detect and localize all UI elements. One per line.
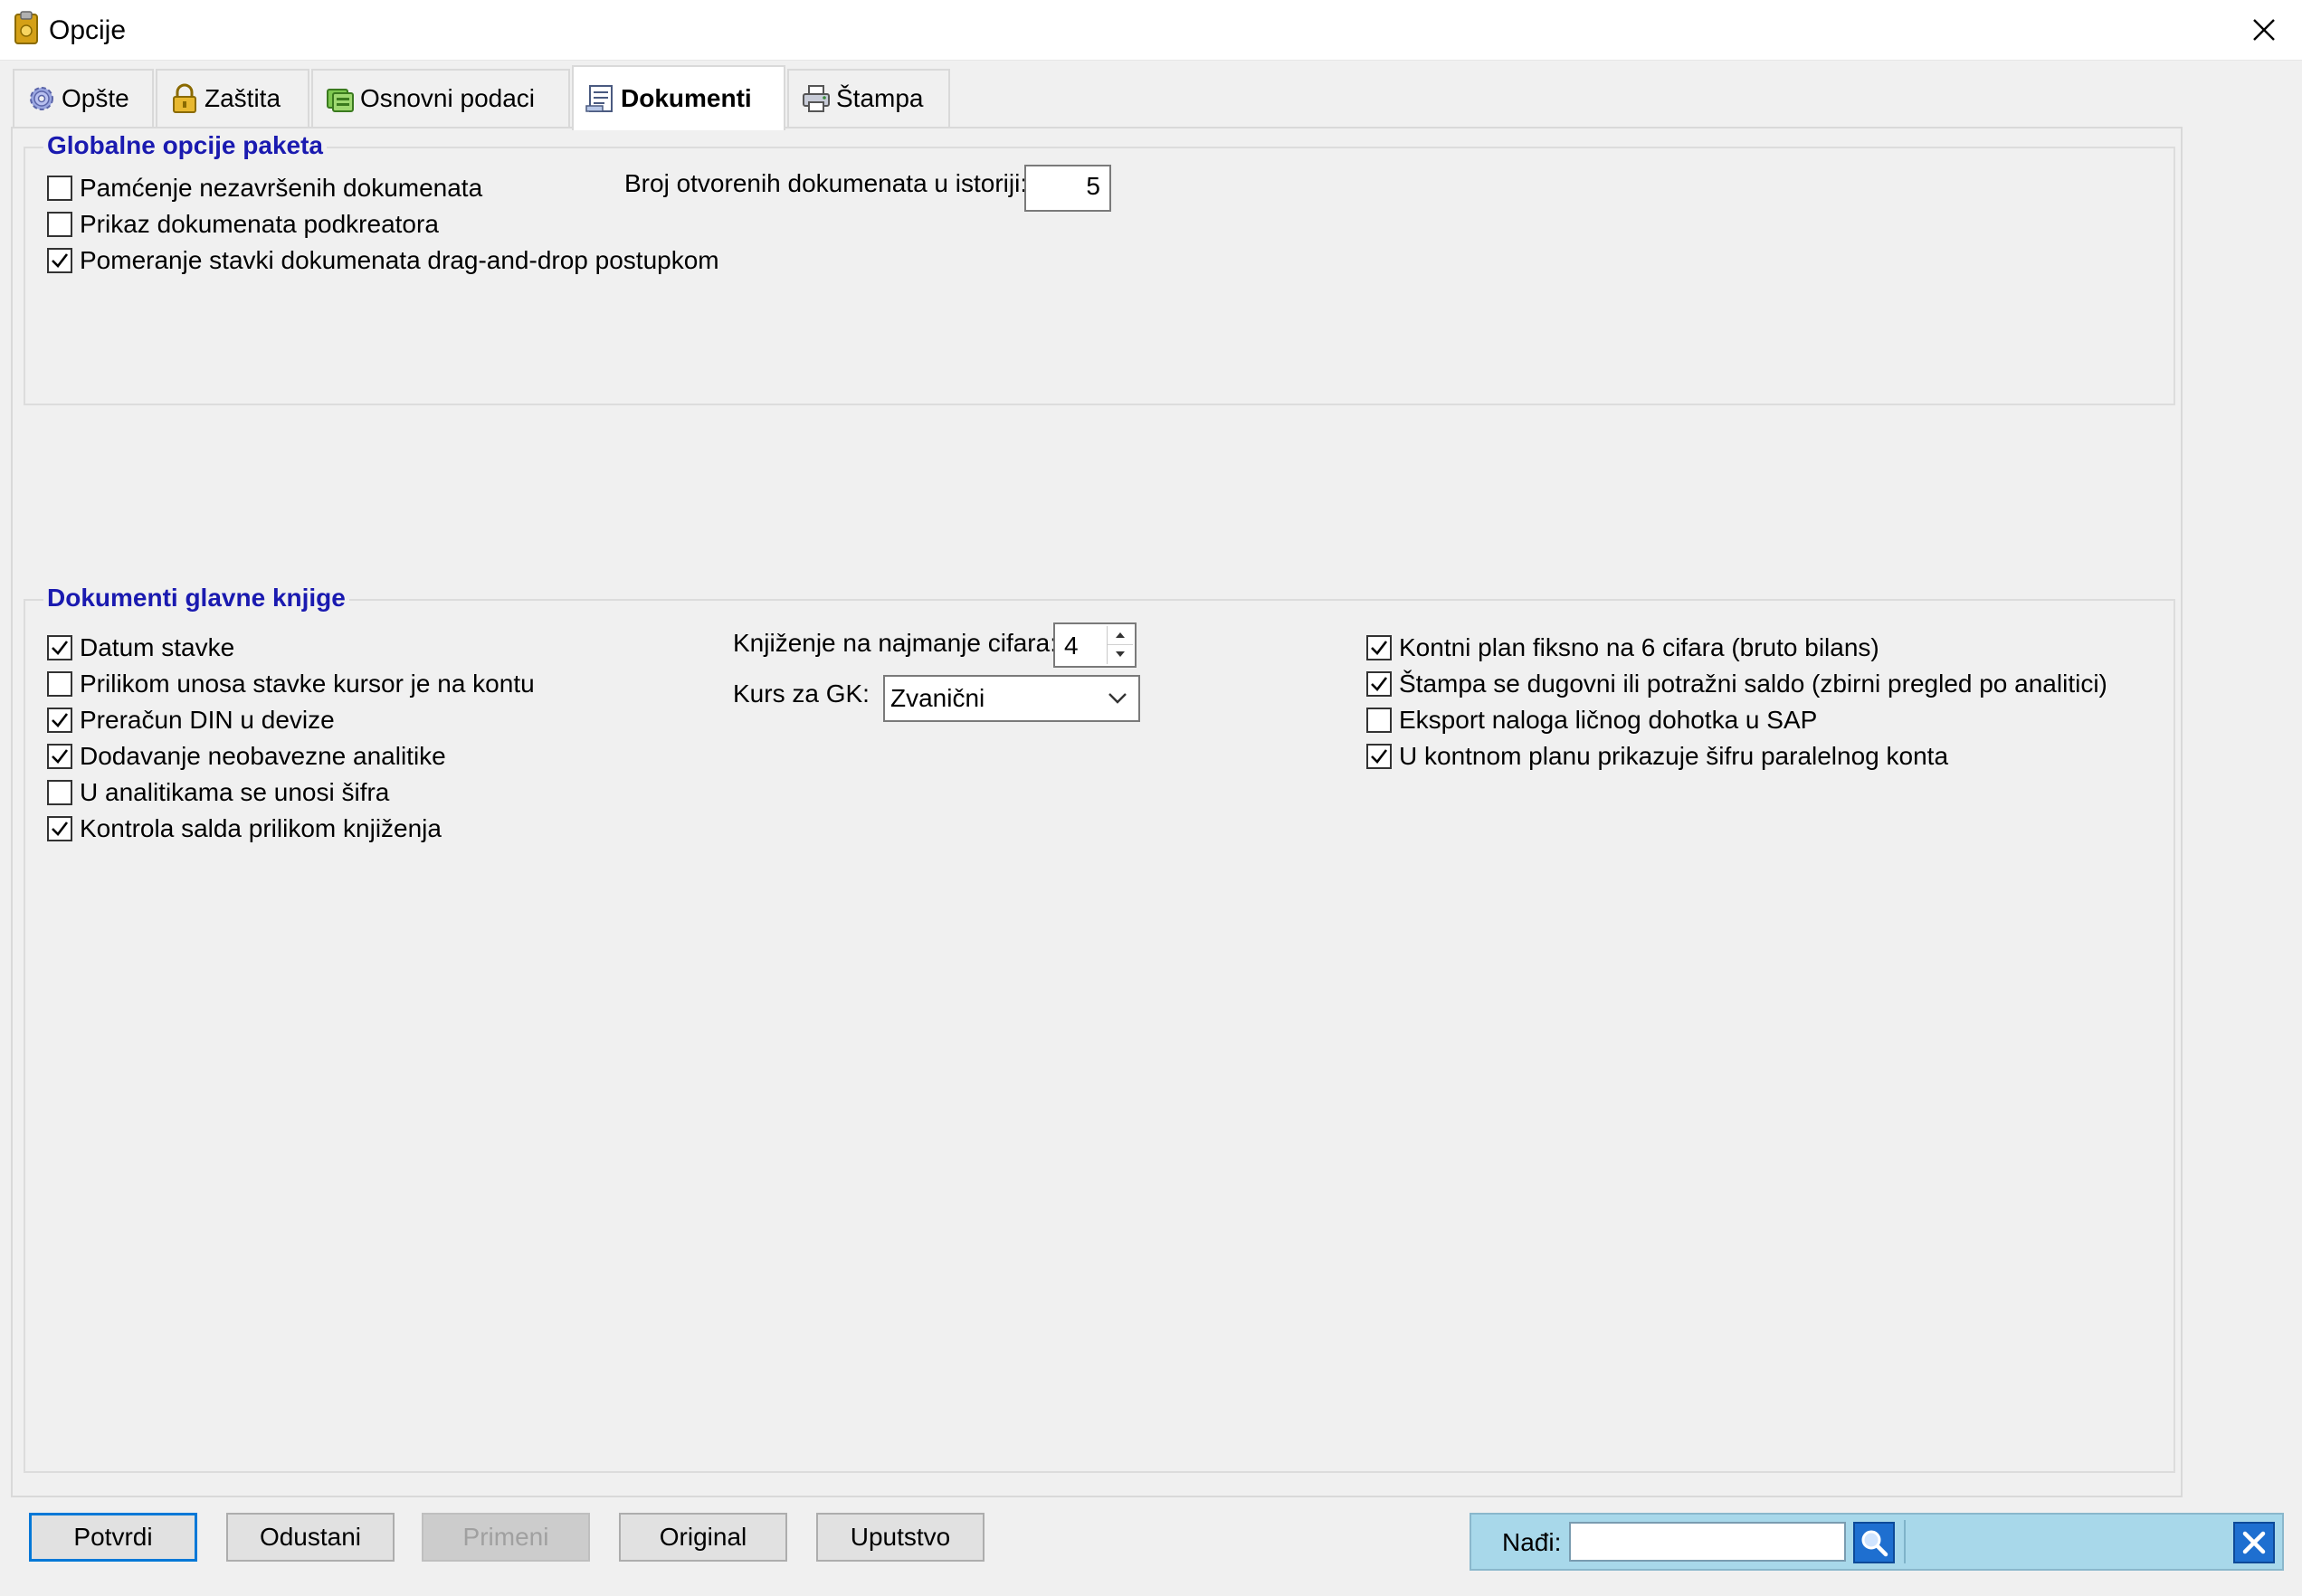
gear-icon: [30, 87, 53, 110]
confirm-button[interactable]: Potvrdi: [29, 1513, 197, 1562]
checkbox-box[interactable]: [1366, 635, 1392, 660]
tab-dokumenti[interactable]: Dokumenti: [572, 65, 785, 130]
checkbox-label: U analitikama se unosi šifra: [80, 778, 390, 806]
checkbox-label: Kontni plan fiksno na 6 cifara (bruto bi…: [1399, 633, 1879, 661]
checkbox-box[interactable]: [1366, 708, 1392, 733]
tab-opste[interactable]: Opšte: [13, 69, 154, 127]
checkbox-label: Štampa se dugovni ili potražni saldo (zb…: [1399, 670, 2107, 698]
checkbox-drag-and-drop[interactable]: Pomeranje stavki dokumenata drag-and-dro…: [47, 244, 719, 277]
check-icon: [1371, 677, 1388, 691]
checkbox-label: Prilikom unosa stavke kursor je na kontu: [80, 670, 535, 698]
checkbox-eksport-sap[interactable]: Eksport naloga ličnog dohotka u SAP: [1366, 704, 1817, 736]
app-icon: [13, 11, 40, 47]
checkbox-box[interactable]: [47, 780, 72, 805]
checkbox-label: Pamćenje nezavršenih dokumenata: [80, 174, 483, 202]
find-bar: Nađi:: [1470, 1513, 2284, 1571]
checkbox-label: Datum stavke: [80, 633, 235, 661]
checkbox-kontrola-salda[interactable]: Kontrola salda prilikom knjiženja: [47, 812, 442, 845]
tab-label: Štampa: [836, 84, 924, 112]
checkbox-box[interactable]: [47, 176, 72, 201]
history-count-input[interactable]: 5: [1024, 165, 1111, 212]
lock-icon: [173, 83, 196, 113]
checkbox-label: Eksport naloga ličnog dohotka u SAP: [1399, 706, 1818, 734]
checkbox-box[interactable]: [47, 635, 72, 660]
close-icon: [2242, 1531, 2266, 1554]
checkbox-label: Preračun DIN u devize: [80, 706, 335, 734]
apply-button: Primeni: [422, 1513, 590, 1562]
arrow-up-icon: [1116, 632, 1125, 638]
checkbox-box[interactable]: [47, 744, 72, 769]
digits-value: 4: [1064, 632, 1079, 660]
checkbox-kontni-plan-6-cifara[interactable]: Kontni plan fiksno na 6 cifara (bruto bi…: [1366, 632, 1879, 664]
find-clear-button[interactable]: [2233, 1522, 2275, 1563]
digits-label: Knjiženje na najmanje cifara:: [733, 629, 1057, 657]
group-title-gk: Dokumenti glavne knjige: [43, 583, 349, 613]
check-icon: [1371, 749, 1388, 764]
check-icon: [52, 822, 69, 836]
database-icon: [327, 89, 354, 112]
tab-label: Osnovni podaci: [360, 84, 536, 112]
check-icon: [52, 253, 69, 268]
group-title-global: Globalne opcije paketa: [43, 130, 327, 161]
tab-osnovni-podaci[interactable]: Osnovni podaci: [311, 69, 570, 127]
rate-select[interactable]: Zvanični: [883, 675, 1140, 722]
checkbox-box[interactable]: [47, 708, 72, 733]
checkbox-pamcenje-nezavrsenih[interactable]: Pamćenje nezavršenih dokumenata: [47, 172, 482, 204]
checkbox-label: Prikaz dokumenata podkreatora: [80, 210, 439, 238]
cancel-button[interactable]: Odustani: [226, 1513, 395, 1562]
close-icon: [2253, 19, 2275, 41]
checkbox-label: Pomeranje stavki dokumenata drag-and-dro…: [80, 246, 719, 274]
tab-stampa[interactable]: Štampa: [787, 69, 950, 127]
spinner-up-button[interactable]: [1108, 626, 1133, 645]
check-icon: [52, 713, 69, 727]
chevron-down-icon: [1108, 693, 1127, 704]
find-input[interactable]: [1569, 1522, 1846, 1562]
checkbox-neobavezne-analitike[interactable]: Dodavanje neobavezne analitike: [47, 740, 446, 773]
tab-label: Opšte: [62, 84, 129, 112]
help-button[interactable]: Uputstvo: [816, 1513, 985, 1562]
checkbox-box[interactable]: [47, 816, 72, 841]
find-label: Nađi:: [1502, 1528, 1562, 1556]
group-gk-documents: [24, 599, 2175, 1473]
checkbox-box[interactable]: [47, 671, 72, 697]
checkbox-kursor-na-kontu[interactable]: Prilikom unosa stavke kursor je na kontu: [47, 668, 535, 700]
title-bar: Opcije: [0, 0, 2302, 61]
arrow-down-icon: [1116, 651, 1125, 657]
window-title: Opcije: [49, 15, 127, 45]
checkbox-label: Kontrola salda prilikom knjiženja: [80, 814, 442, 842]
checkbox-label: Dodavanje neobavezne analitike: [80, 742, 446, 770]
tab-label: Dokumenti: [621, 84, 752, 112]
checkbox-label: U kontnom planu prikazuje šifru paraleln…: [1399, 742, 1949, 770]
checkbox-stampa-saldo[interactable]: Štampa se dugovni ili potražni saldo (zb…: [1366, 668, 2107, 700]
checkbox-unosi-sifra[interactable]: U analitikama se unosi šifra: [47, 776, 389, 809]
digits-spinner[interactable]: 4: [1053, 622, 1137, 668]
rate-label: Kurs za GK:: [733, 679, 870, 708]
checkbox-box[interactable]: [1366, 671, 1392, 697]
rate-value: Zvanični: [890, 684, 985, 712]
checkbox-preracun-din[interactable]: Preračun DIN u devize: [47, 704, 335, 736]
printer-icon: [803, 85, 830, 112]
tab-zastita[interactable]: Zaštita: [156, 69, 309, 127]
document-icon: [585, 85, 613, 112]
check-icon: [52, 641, 69, 655]
find-search-button[interactable]: [1853, 1522, 1895, 1563]
history-count-label: Broj otvorenih dokumenata u istoriji:: [624, 169, 1028, 197]
check-icon: [1371, 641, 1388, 655]
checkbox-box[interactable]: [1366, 744, 1392, 769]
tab-content-panel: Globalne opcije paketa Pamćenje nezavrše…: [11, 127, 2183, 1497]
search-icon: [1861, 1530, 1888, 1557]
checkbox-box[interactable]: [47, 212, 72, 237]
close-window-button[interactable]: [2235, 7, 2293, 52]
spinner-down-button[interactable]: [1108, 645, 1133, 663]
checkbox-datum-stavke[interactable]: Datum stavke: [47, 632, 234, 664]
spinner-buttons: [1107, 626, 1133, 664]
checkbox-prikaz-podkreatora[interactable]: Prikaz dokumenata podkreatora: [47, 208, 439, 241]
checkbox-box[interactable]: [47, 248, 72, 273]
find-divider: [1904, 1520, 1906, 1563]
tab-label: Zaštita: [205, 84, 281, 112]
checkbox-paralelni-konto[interactable]: U kontnom planu prikazuje šifru paraleln…: [1366, 740, 1948, 773]
original-button[interactable]: Original: [619, 1513, 787, 1562]
check-icon: [52, 749, 69, 764]
